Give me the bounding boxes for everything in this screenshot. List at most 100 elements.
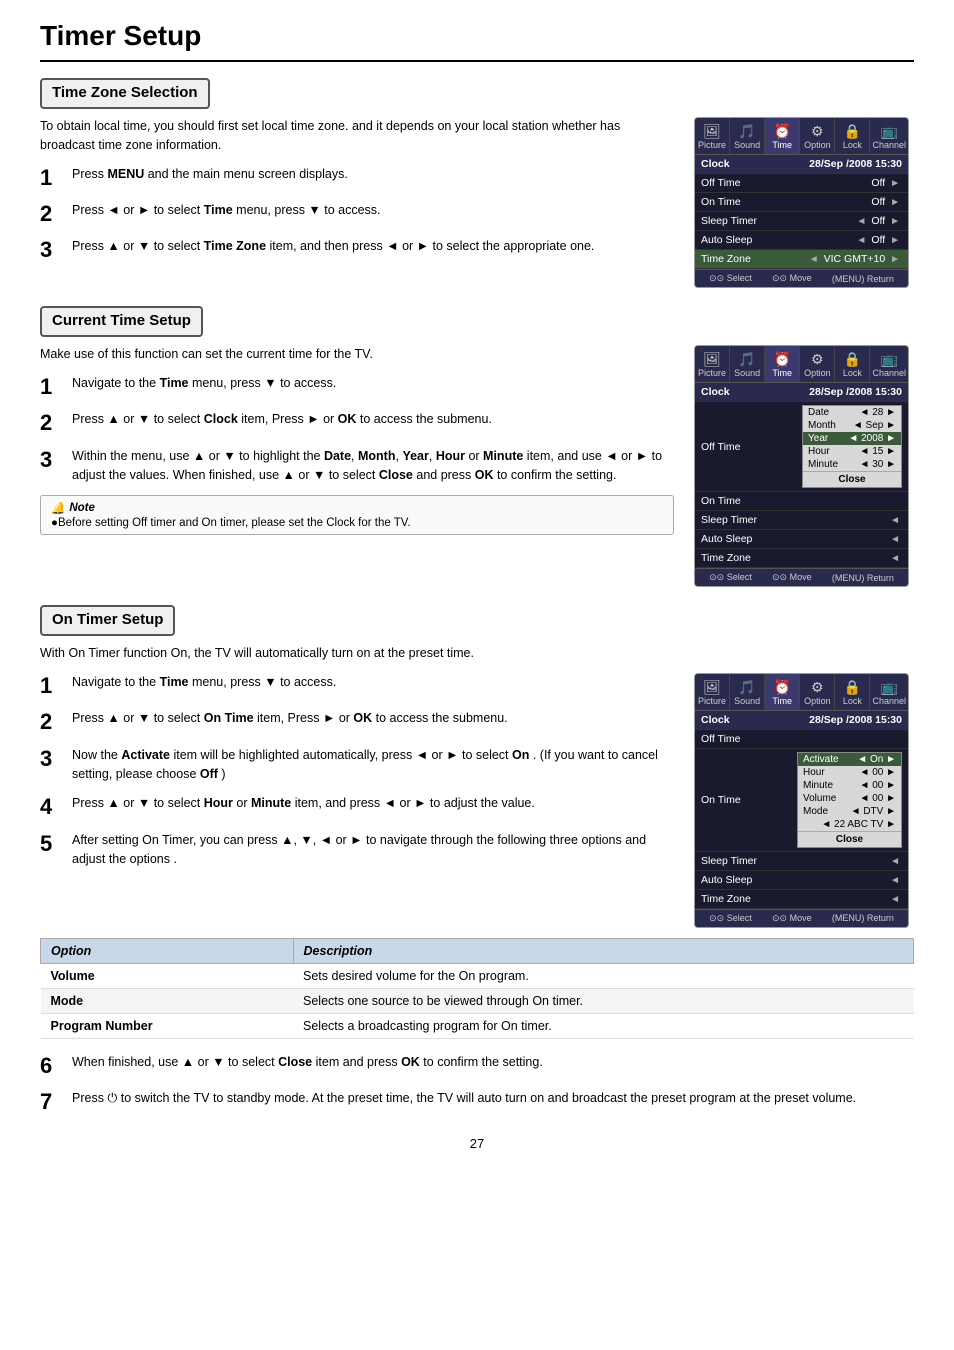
- step-ot-5: 5 After setting On Timer, you can press …: [40, 831, 674, 870]
- step-text-ct-1: Navigate to the Time menu, press ▼ to ac…: [72, 374, 336, 393]
- tv-icon-lock-2: 🔒Lock: [835, 346, 870, 382]
- on-timer-heading: On Timer Setup: [40, 605, 175, 636]
- tv-menu-row-autosleep-1: Auto Sleep ◄ Off ►: [695, 231, 908, 250]
- tv-icon-lock-3: 🔒Lock: [835, 674, 870, 710]
- page-title: Timer Setup: [40, 20, 914, 62]
- tv-icon-time: ⏰Time: [765, 118, 800, 154]
- tv-icon-picture-3: 🖼Picture: [695, 674, 730, 710]
- tv-menu-footer-2: ⊙⊙ Select⊙⊙ Move(MENU) Return: [695, 568, 908, 586]
- current-time-steps: Make use of this function can set the cu…: [40, 345, 674, 543]
- tv-menu-row-clock-3: Clock 28/Sep /2008 15:30: [695, 711, 908, 730]
- note-text: ●Before setting Off timer and On timer, …: [51, 517, 411, 529]
- popup-ot-minute: Minute◄ 00 ►: [798, 779, 901, 792]
- tv-menu-row-ontime-2: On Time: [695, 492, 908, 511]
- tv-menu-row-sleep-2: Sleep Timer ◄: [695, 511, 908, 530]
- step-text-tz-2: Press ◄ or ► to select Time menu, press …: [72, 201, 381, 220]
- ui-menu-1: 🖼Picture 🎵Sound ⏰Time ⚙Option 🔒Lock 📺Cha…: [694, 117, 914, 288]
- tv-menu-row-timezone-3: Time Zone ◄: [695, 890, 908, 909]
- tv-icon-option-2: ⚙Option: [800, 346, 835, 382]
- step-num-ot-6: 6: [40, 1053, 64, 1079]
- page-number: 27: [40, 1136, 914, 1151]
- timezone-desc: To obtain local time, you should first s…: [40, 117, 674, 155]
- tv-menu-row-offtime-2: Off Time Date◄ 28 ► Month◄ Sep ► Year◄ 2…: [695, 402, 908, 492]
- note-icon: 🔔: [51, 501, 65, 515]
- step-ct-1: 1 Navigate to the Time menu, press ▼ to …: [40, 374, 674, 400]
- tv-menu-row-sleep-1: Sleep Timer ◄ Off ►: [695, 212, 908, 231]
- tv-icon-option: ⚙Option: [800, 118, 835, 154]
- option-program-desc: Selects a broadcasting program for On ti…: [293, 1013, 913, 1038]
- step-num-tz-1: 1: [40, 165, 64, 191]
- table-row: Program Number Selects a broadcasting pr…: [41, 1013, 914, 1038]
- step-num-ot-2: 2: [40, 709, 64, 735]
- current-time-desc: Make use of this function can set the cu…: [40, 345, 674, 364]
- note-title: 🔔 Note: [51, 501, 663, 515]
- on-timer-steps: 1 Navigate to the Time menu, press ▼ to …: [40, 673, 674, 880]
- popup-ot-channel: ◄ 22 ABC TV ►: [798, 818, 901, 831]
- step-ot-3: 3 Now the Activate item will be highligh…: [40, 746, 674, 785]
- option-mode-desc: Selects one source to be viewed through …: [293, 988, 913, 1013]
- tv-menu-row-ontime-3: On Time Activate◄ On ► Hour◄ 00 ► Minute…: [695, 749, 908, 852]
- step-num-ct-2: 2: [40, 410, 64, 436]
- step-text-tz-3: Press ▲ or ▼ to select Time Zone item, a…: [72, 237, 594, 256]
- step-ot-7: 7 Press ⏻ to switch the TV to standby mo…: [40, 1089, 914, 1115]
- timezone-section: Time Zone Selection To obtain local time…: [40, 78, 914, 288]
- tv-icon-picture: 🖼Picture: [695, 118, 730, 154]
- step-text-ct-3: Within the menu, use ▲ or ▼ to highlight…: [72, 447, 674, 486]
- tv-icon-sound-3: 🎵Sound: [730, 674, 765, 710]
- tv-menu-row-timezone-2: Time Zone ◄: [695, 549, 908, 568]
- step-text-ot-5: After setting On Timer, you can press ▲,…: [72, 831, 674, 870]
- popup-month: Month◄ Sep ►: [803, 419, 901, 432]
- popup-minute: Minute◄ 30 ►: [803, 458, 901, 471]
- popup-ot-activate: Activate◄ On ►: [798, 753, 901, 766]
- step-ct-2: 2 Press ▲ or ▼ to select Clock item, Pre…: [40, 410, 674, 436]
- popup-ot-close-btn[interactable]: Close: [798, 831, 901, 847]
- step-text-ot-3: Now the Activate item will be highlighte…: [72, 746, 674, 785]
- tv-menu-footer-3: ⊙⊙ Select⊙⊙ Move(MENU) Return: [695, 909, 908, 927]
- step-text-ot-7: Press ⏻ to switch the TV to standby mode…: [72, 1089, 856, 1108]
- tv-menu-row-clock-1: Clock 28/Sep /2008 15:30: [695, 155, 908, 174]
- step-text-tz-1: Press MENU and the main menu screen disp…: [72, 165, 348, 184]
- step-num-ot-1: 1: [40, 673, 64, 699]
- popup-close-btn[interactable]: Close: [803, 471, 901, 487]
- tv-menu-icons-2: 🖼Picture 🎵Sound ⏰Time ⚙Option 🔒Lock 📺Cha…: [695, 346, 908, 383]
- tv-icon-channel-3: 📺Channel: [870, 674, 908, 710]
- step-ot-4: 4 Press ▲ or ▼ to select Hour or Minute …: [40, 794, 674, 820]
- timezone-steps: To obtain local time, you should first s…: [40, 117, 674, 274]
- step-tz-2: 2 Press ◄ or ► to select Time menu, pres…: [40, 201, 674, 227]
- tv-icon-sound-2: 🎵Sound: [730, 346, 765, 382]
- step-num-ot-7: 7: [40, 1089, 64, 1115]
- tv-menu-icons-1: 🖼Picture 🎵Sound ⏰Time ⚙Option 🔒Lock 📺Cha…: [695, 118, 908, 155]
- tv-menu-footer-1: ⊙⊙ Select⊙⊙ Move(MENU) Return: [695, 269, 908, 287]
- tv-menu-row-sleep-3: Sleep Timer ◄: [695, 852, 908, 871]
- option-mode: Mode: [41, 988, 294, 1013]
- tv-icon-channel: 📺Channel: [870, 118, 908, 154]
- tv-icon-lock: 🔒Lock: [835, 118, 870, 154]
- popup-ot-mode: Mode◄ DTV ►: [798, 805, 901, 818]
- tv-menu-icons-3: 🖼Picture 🎵Sound ⏰Time ⚙Option 🔒Lock 📺Cha…: [695, 674, 908, 711]
- options-table-header-option: Option: [41, 938, 294, 963]
- ui-menu-2: 🖼Picture 🎵Sound ⏰Time ⚙Option 🔒Lock 📺Cha…: [694, 345, 914, 587]
- popup-ot-volume: Volume◄ 00 ►: [798, 792, 901, 805]
- tv-menu-row-autosleep-3: Auto Sleep ◄: [695, 871, 908, 890]
- step-text-ct-2: Press ▲ or ▼ to select Clock item, Press…: [72, 410, 492, 429]
- tv-menu-row-ontime-1: On Time Off ►: [695, 193, 908, 212]
- step-text-ot-1: Navigate to the Time menu, press ▼ to ac…: [72, 673, 336, 692]
- tv-menu-row-timezone-1: Time Zone ◄ VIC GMT+10 ►: [695, 250, 908, 269]
- tv-icon-time-2: ⏰Time: [765, 346, 800, 382]
- step-text-ot-4: Press ▲ or ▼ to select Hour or Minute it…: [72, 794, 535, 813]
- timezone-heading: Time Zone Selection: [40, 78, 210, 109]
- step-tz-1: 1 Press MENU and the main menu screen di…: [40, 165, 674, 191]
- step-tz-3: 3 Press ▲ or ▼ to select Time Zone item,…: [40, 237, 674, 263]
- popup-date: Date◄ 28 ►: [803, 406, 901, 419]
- tv-icon-option-3: ⚙Option: [800, 674, 835, 710]
- option-volume: Volume: [41, 963, 294, 988]
- step-ct-3: 3 Within the menu, use ▲ or ▼ to highlig…: [40, 447, 674, 486]
- popup-ot-hour: Hour◄ 00 ►: [798, 766, 901, 779]
- tv-menu-row-clock-2: Clock 28/Sep /2008 15:30: [695, 383, 908, 402]
- note-label: Note: [69, 502, 95, 514]
- ui-menu-3: 🖼Picture 🎵Sound ⏰Time ⚙Option 🔒Lock 📺Cha…: [694, 673, 914, 928]
- tv-icon-sound: 🎵Sound: [730, 118, 765, 154]
- step-num-ct-1: 1: [40, 374, 64, 400]
- popup-hour: Hour◄ 15 ►: [803, 445, 901, 458]
- option-volume-desc: Sets desired volume for the On program.: [293, 963, 913, 988]
